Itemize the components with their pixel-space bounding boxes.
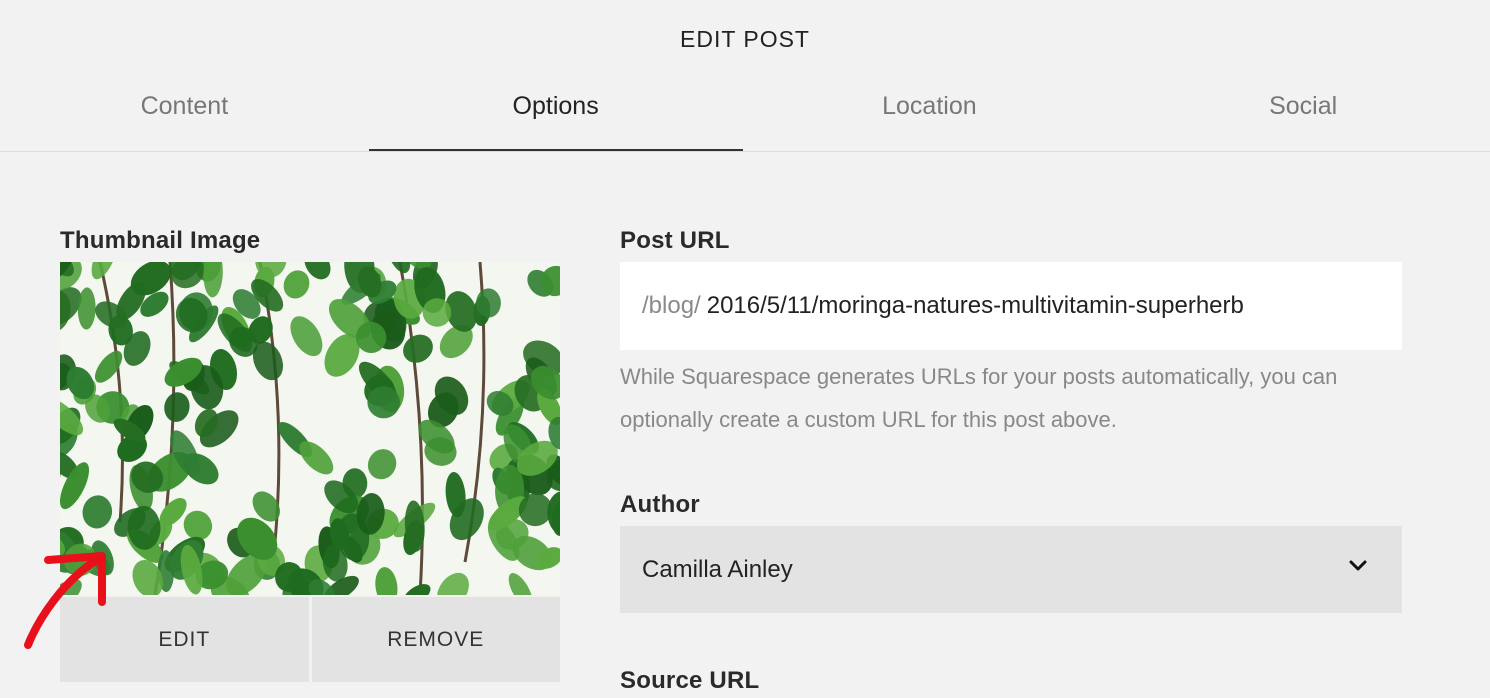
- author-selected-value: Camilla Ainley: [642, 555, 793, 583]
- thumbnail-label: Thumbnail Image: [60, 227, 261, 254]
- chevron-down-icon: [1349, 560, 1367, 571]
- tab-content[interactable]: Content: [0, 78, 369, 151]
- thumbnail-image: [60, 262, 560, 595]
- edit-thumbnail-button[interactable]: EDIT: [60, 597, 309, 682]
- post-url-field[interactable]: /blog/: [620, 262, 1402, 350]
- page-title: EDIT POST: [680, 26, 810, 52]
- author-select[interactable]: Camilla Ainley: [620, 526, 1402, 613]
- thumbnail-actions: EDIT REMOVE: [60, 597, 560, 682]
- author-label: Author: [620, 491, 700, 518]
- url-prefix: /blog/: [642, 292, 701, 319]
- tab-social[interactable]: Social: [1116, 78, 1490, 151]
- tab-bar: Content Options Location Social: [0, 78, 1490, 152]
- post-url-help-text: While Squarespace generates URLs for you…: [620, 364, 1338, 432]
- remove-thumbnail-button[interactable]: REMOVE: [311, 597, 560, 682]
- tab-location[interactable]: Location: [743, 78, 1117, 151]
- tab-options[interactable]: Options: [368, 78, 743, 151]
- post-url-input[interactable]: [706, 292, 1367, 320]
- source-url-label: Source URL: [620, 667, 760, 694]
- post-url-label: Post URL: [620, 227, 730, 254]
